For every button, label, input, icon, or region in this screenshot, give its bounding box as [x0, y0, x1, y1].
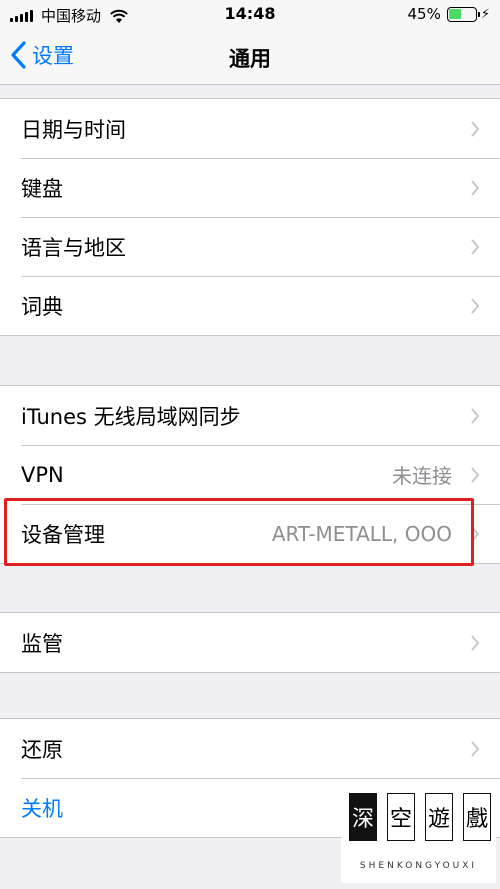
settings-row-device-management[interactable]: 设备管理 ART-METALL, OOO — [0, 504, 500, 563]
battery-percent: 45% — [407, 5, 441, 23]
watermark-char: 戲 — [463, 793, 491, 841]
chevron-right-icon — [471, 526, 480, 542]
settings-group-general: 日期与时间 键盘 语言与地区 词典 — [0, 98, 500, 336]
settings-row-language-region[interactable]: 语言与地区 — [0, 217, 500, 276]
chevron-right-icon — [471, 467, 480, 483]
navigation-bar: 设置 通用 — [0, 30, 500, 85]
chevron-right-icon — [471, 408, 480, 424]
chevron-right-icon — [471, 635, 480, 651]
settings-row-keyboard[interactable]: 键盘 — [0, 158, 500, 217]
row-label: 日期与时间 — [21, 117, 126, 142]
settings-row-date-time[interactable]: 日期与时间 — [0, 99, 500, 158]
settings-row-dictionary[interactable]: 词典 — [0, 276, 500, 335]
settings-row-supervision[interactable]: 监管 — [0, 613, 500, 672]
row-label: 还原 — [21, 737, 63, 762]
row-label: iTunes 无线局域网同步 — [21, 404, 241, 429]
watermark-subtitle: SHENKONGYOUXI — [359, 861, 478, 871]
settings-row-itunes-wifi-sync[interactable]: iTunes 无线局域网同步 — [0, 386, 500, 445]
status-bar: 中国移动 14:48 45% ⚡︎ — [0, 0, 500, 30]
shutdown-link: 关机 — [21, 796, 63, 821]
settings-row-vpn[interactable]: VPN 未连接 — [0, 445, 500, 504]
row-label: 词典 — [21, 294, 63, 319]
row-label: 键盘 — [21, 176, 63, 201]
chevron-right-icon — [471, 239, 480, 255]
row-label: 设备管理 — [21, 522, 105, 547]
vpn-status-value: 未连接 — [392, 464, 452, 488]
chevron-right-icon — [471, 298, 480, 314]
settings-row-reset[interactable]: 还原 — [0, 719, 500, 778]
chevron-right-icon — [471, 121, 480, 137]
settings-group-supervision: 监管 — [0, 612, 500, 673]
watermark-char: 遊 — [425, 793, 453, 841]
watermark-char: 深 — [349, 793, 377, 841]
chevron-right-icon — [471, 741, 480, 757]
page-title: 通用 — [229, 47, 271, 71]
battery-fill — [449, 9, 461, 19]
settings-group-network: iTunes 无线局域网同步 VPN 未连接 设备管理 ART-METALL, … — [0, 385, 500, 564]
battery-icon — [446, 6, 480, 22]
row-label: VPN — [21, 462, 64, 487]
row-label: 语言与地区 — [21, 235, 126, 260]
row-label: 监管 — [21, 631, 63, 656]
chevron-right-icon — [471, 180, 480, 196]
charging-bolt-icon: ⚡︎ — [480, 6, 490, 22]
watermark-logo: 深 空 遊 戲 SHENKONGYOUXI — [341, 783, 496, 883]
watermark-char: 空 — [387, 793, 415, 841]
device-management-value: ART-METALL, OOO — [271, 521, 452, 546]
